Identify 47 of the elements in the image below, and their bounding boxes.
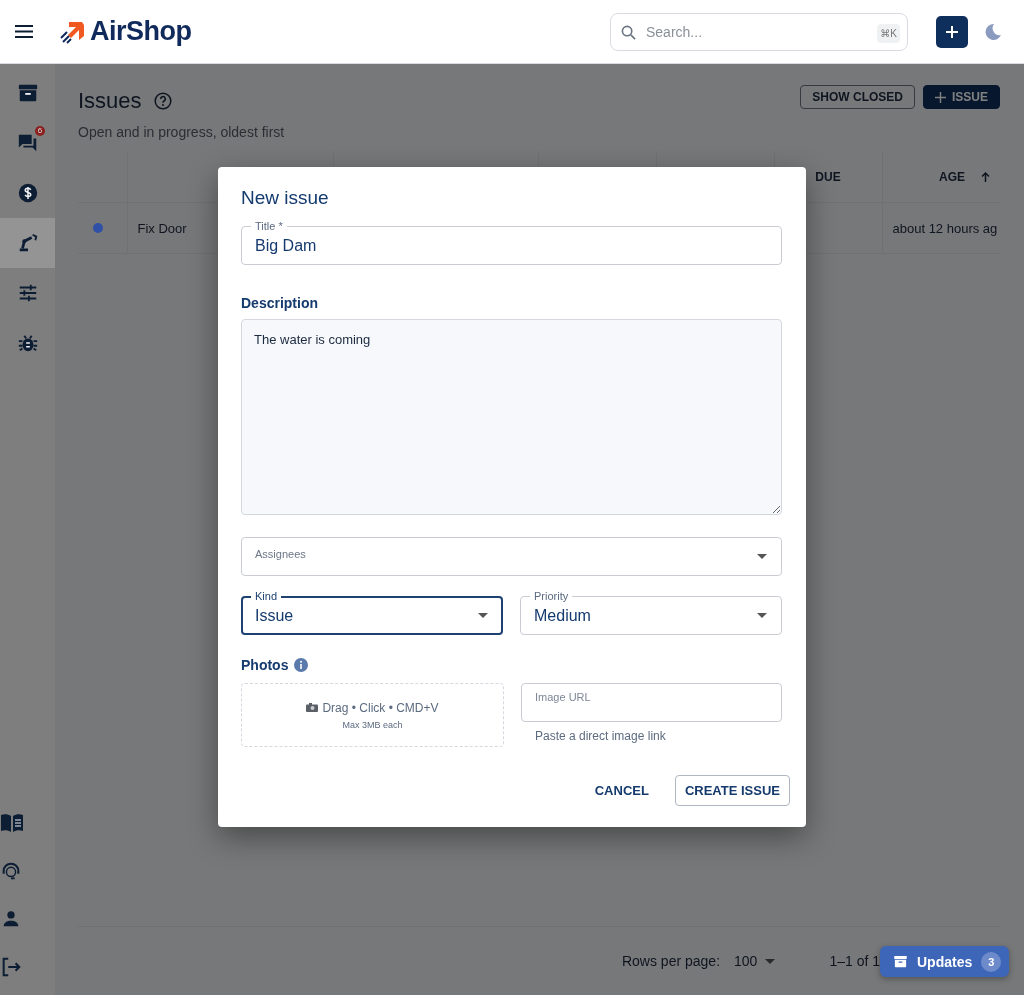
- camera-icon: [306, 703, 319, 712]
- add-button[interactable]: [936, 15, 968, 48]
- logout-icon: [0, 956, 22, 978]
- page-subtitle: Open and in progress, oldest first: [78, 124, 285, 140]
- headset-person-icon: [0, 860, 22, 882]
- rows-per-page-label: Rows per page:: [621, 953, 721, 969]
- show-closed-button[interactable]: SHOW CLOSED: [800, 85, 915, 109]
- search-icon: [621, 24, 636, 40]
- updates-button[interactable]: Updates 3: [880, 946, 1010, 977]
- plus-icon: [935, 91, 946, 103]
- dropzone-hint: Max 3MB each: [342, 719, 403, 730]
- menu-icon: [15, 25, 33, 38]
- field-label: Photos: [241, 657, 289, 673]
- page-range: 1–1 of 1: [829, 953, 880, 969]
- info-icon[interactable]: [294, 658, 309, 672]
- dollar-icon: [16, 182, 39, 204]
- notification-badge: 6: [35, 126, 45, 136]
- logo-icon: [60, 19, 86, 44]
- book-icon: [0, 812, 24, 834]
- field-label: Description: [241, 295, 319, 311]
- photo-dropzone[interactable]: Drag • Click • CMD+V Max 3MB each: [241, 683, 504, 747]
- dropdown-caret-icon: [757, 613, 767, 618]
- assignees-select[interactable]: Assignees: [241, 537, 782, 576]
- plus-icon: [946, 25, 958, 38]
- dropzone-text: Drag • Click • CMD+V: [322, 700, 439, 715]
- dropdown-caret-icon: [757, 554, 767, 559]
- dropdown-caret-icon: [478, 613, 488, 618]
- help-icon[interactable]: [153, 92, 172, 110]
- sidebar-item[interactable]: 6: [0, 118, 55, 168]
- create-issue-button[interactable]: CREATE ISSUE: [674, 775, 790, 806]
- image-url-field[interactable]: Image URL: [521, 683, 782, 722]
- archive-icon: [893, 954, 908, 969]
- rows-per-page-select[interactable]: 100: [734, 953, 776, 969]
- count-badge: 3: [981, 951, 1002, 972]
- page-title: Issues: [78, 88, 142, 114]
- column-header[interactable]: DUE: [815, 169, 841, 184]
- table-cell: about 12 hours ag: [882, 202, 1000, 254]
- archive-icon: [16, 82, 39, 104]
- logo-text: AirShop: [90, 16, 192, 47]
- column-header[interactable]: AGE: [939, 169, 965, 184]
- helper-text: Paste a direct image link: [535, 729, 667, 743]
- new-issue-button[interactable]: ISSUE: [923, 85, 1000, 109]
- cancel-button[interactable]: CANCEL: [576, 775, 667, 806]
- description-field[interactable]: The water is coming: [241, 319, 782, 515]
- dropdown-caret-icon: [765, 958, 776, 964]
- sidebar-item[interactable]: [0, 218, 55, 268]
- moon-icon[interactable]: [984, 22, 1002, 41]
